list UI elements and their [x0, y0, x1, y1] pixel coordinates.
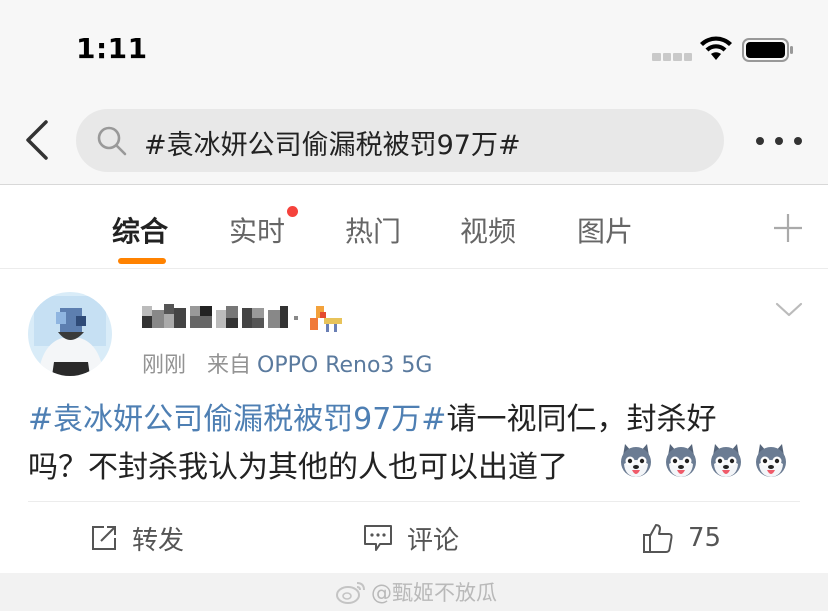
- post-meta: 刚刚 来自 OPPO Reno3 5G: [142, 347, 432, 379]
- like-button[interactable]: 75: [642, 518, 721, 558]
- repost-label: 转发: [132, 525, 185, 556]
- husky-emoji-icon: [711, 444, 741, 477]
- more-options-icon[interactable]: [752, 132, 806, 150]
- search-icon: [97, 126, 127, 156]
- divider: [28, 501, 800, 502]
- husky-emoji-icon: [621, 444, 651, 477]
- battery-icon: [742, 38, 793, 62]
- search-query[interactable]: #袁冰妍公司偷漏税被罚97万#: [144, 123, 521, 162]
- post-time: 刚刚: [142, 353, 187, 378]
- watermark-text: @甄姬不放瓜: [371, 581, 497, 605]
- back-icon[interactable]: [20, 118, 54, 162]
- comment-label: 评论: [407, 525, 460, 556]
- tab-hot[interactable]: 热门: [345, 210, 401, 250]
- post-source-prefix: 来自: [207, 353, 252, 378]
- post-text-line2: 吗？不封杀我认为其他的人也可以出道了: [28, 450, 568, 485]
- tab-images[interactable]: 图片: [577, 210, 633, 250]
- comment-icon: [364, 525, 392, 551]
- husky-emoji-icon: [666, 444, 696, 477]
- wifi-icon: [700, 36, 732, 60]
- search-bar[interactable]: #袁冰妍公司偷漏税被罚97万#: [76, 109, 724, 172]
- comment-button[interactable]: 评论: [363, 518, 459, 558]
- thumbs-up-icon: [643, 524, 673, 553]
- weibo-logo-icon: [336, 582, 365, 604]
- avatar[interactable]: [28, 292, 112, 376]
- watermark: @甄姬不放瓜: [335, 577, 497, 607]
- emoji-row: [617, 442, 790, 480]
- status-time: 1:11: [76, 32, 148, 65]
- post-text-line1: 请一视同仁，封杀好: [446, 402, 717, 437]
- tab-comprehensive[interactable]: 综合: [112, 210, 168, 250]
- husky-emoji-icon: [756, 444, 786, 477]
- username-pixelated[interactable]: [142, 296, 302, 332]
- add-tab-icon[interactable]: [772, 212, 804, 244]
- signal-icon: [652, 53, 692, 61]
- tab-bar: 综合 实时 热门 视频 图片: [0, 186, 828, 269]
- tab-video[interactable]: 视频: [460, 210, 516, 250]
- notification-dot: [287, 206, 298, 217]
- repost-button[interactable]: 转发: [90, 518, 184, 558]
- post-device[interactable]: OPPO Reno3 5G: [257, 353, 432, 378]
- fan-badge-icon: [310, 306, 342, 332]
- like-count: 75: [688, 523, 722, 553]
- tab-realtime[interactable]: 实时: [229, 210, 285, 250]
- chevron-down-icon[interactable]: [774, 300, 804, 320]
- active-tab-indicator: [118, 258, 166, 264]
- top-header: 1:11 #袁冰妍公司偷漏税被罚97万#: [0, 0, 828, 185]
- repost-icon: [92, 526, 116, 550]
- topic-link[interactable]: #袁冰妍公司偷漏税被罚97万#: [28, 402, 446, 437]
